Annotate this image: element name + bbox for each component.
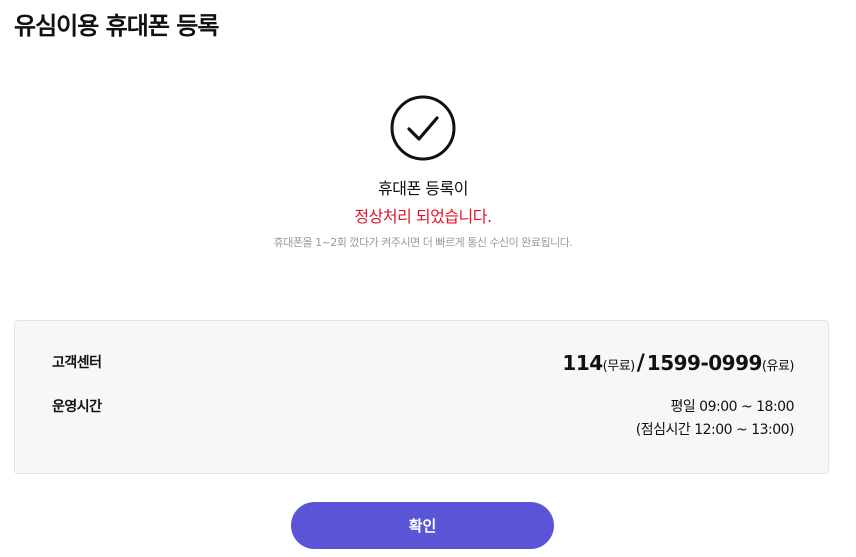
customer-center-label: 고객센터 (52, 355, 102, 371)
result-message-title: 휴대폰 등록이 (378, 179, 468, 198)
weekday-hours: 평일 09:00 ~ 18:00 (670, 399, 794, 415)
check-circle-icon (390, 95, 456, 161)
customer-center-numbers: 114(무료)/1599-0999(유료) (562, 351, 794, 376)
free-phone-note: (무료) (602, 359, 636, 374)
paid-phone-note: (유료) (761, 359, 795, 374)
confirm-button[interactable]: 확인 (291, 502, 554, 549)
operating-hours-label: 운영시간 (52, 399, 102, 415)
info-box: 고객센터 114(무료)/1599-0999(유료) 운영시간 평일 09:00… (14, 320, 829, 474)
result-message-status: 정상처리 되었습니다. (354, 207, 492, 226)
free-phone-number: 114 (562, 351, 603, 375)
lunch-hours: (점심시간 12:00 ~ 13:00) (635, 422, 795, 438)
result-message-note: 휴대폰을 1~2회 껐다가 켜주시면 더 빠르게 통신 수신이 완료됩니다. (273, 236, 573, 249)
phone-separator: / (636, 351, 645, 376)
paid-phone-number: 1599-0999 (646, 351, 763, 375)
page-title: 유심이용 휴대폰 등록 (14, 12, 219, 40)
